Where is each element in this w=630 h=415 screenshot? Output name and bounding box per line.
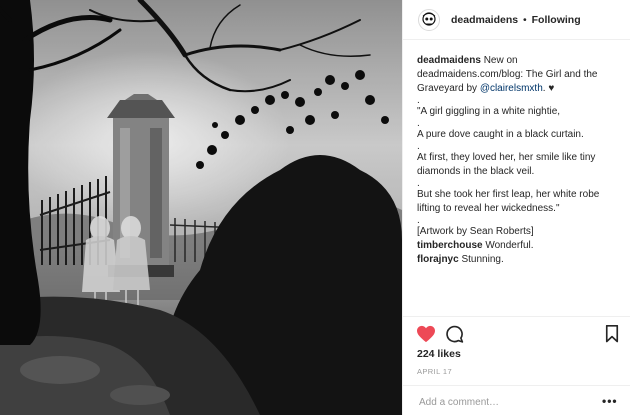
comment-button[interactable] [445,325,464,348]
caption-mention[interactable]: @clairelsmxth [480,83,543,94]
caption-dot: . [417,118,420,129]
caption-heart-icon: ♥ [548,83,555,94]
likes-count[interactable]: 224 likes [417,348,461,360]
post-photo [0,0,402,415]
save-button[interactable] [605,324,619,348]
comment-row: timberchouse Wonderful. [417,239,621,253]
caption-dot: . [417,215,420,226]
comment-username[interactable]: timberchouse [417,240,483,251]
caption-line: A pure dove caught in a black curtain. [417,129,584,140]
caption-line: "A girl giggling in a white nightie, [417,106,561,117]
header-text: deadmaidens • Following [451,14,581,26]
comment-text: Stunning. [461,254,504,265]
heart-icon [417,325,435,343]
comment-username[interactable]: florajnyc [417,254,459,265]
post-date[interactable]: APRIL 17 [417,367,452,376]
comment-input[interactable] [417,393,601,411]
post-image[interactable] [0,0,402,415]
comment-row: florajnyc Stunning. [417,253,621,267]
comment-text: Wonderful. [485,240,534,251]
avatar[interactable] [418,8,440,31]
caption-dot: . [417,178,420,189]
bookmark-icon [605,324,619,343]
add-comment-bar: ••• [403,385,630,415]
caption-line: But she took her first leap, her white r… [417,189,600,214]
more-options-icon[interactable]: ••• [602,394,618,408]
follow-status[interactable]: Following [532,14,581,26]
header-username[interactable]: deadmaidens [451,14,518,26]
caption-dot: . [417,141,420,152]
caption-username[interactable]: deadmaidens [417,55,481,66]
header-separator: • [523,13,527,26]
speech-bubble-icon [446,325,464,343]
caption-credit: [Artwork by Sean Roberts] [417,226,534,237]
comments-section: deadmaidens New on deadmaidens.com/blog:… [417,54,621,267]
post-sidebar: deadmaidens • Following deadmaidens New … [402,0,630,415]
action-bar [403,316,630,350]
post-header: deadmaidens • Following [403,0,630,40]
caption-line: At first, they loved her, her smile like… [417,152,596,177]
caption-dot: . [417,95,420,106]
like-button[interactable] [416,325,436,348]
caption: deadmaidens New on deadmaidens.com/blog:… [417,55,598,94]
skull-avatar-icon [422,11,436,26]
